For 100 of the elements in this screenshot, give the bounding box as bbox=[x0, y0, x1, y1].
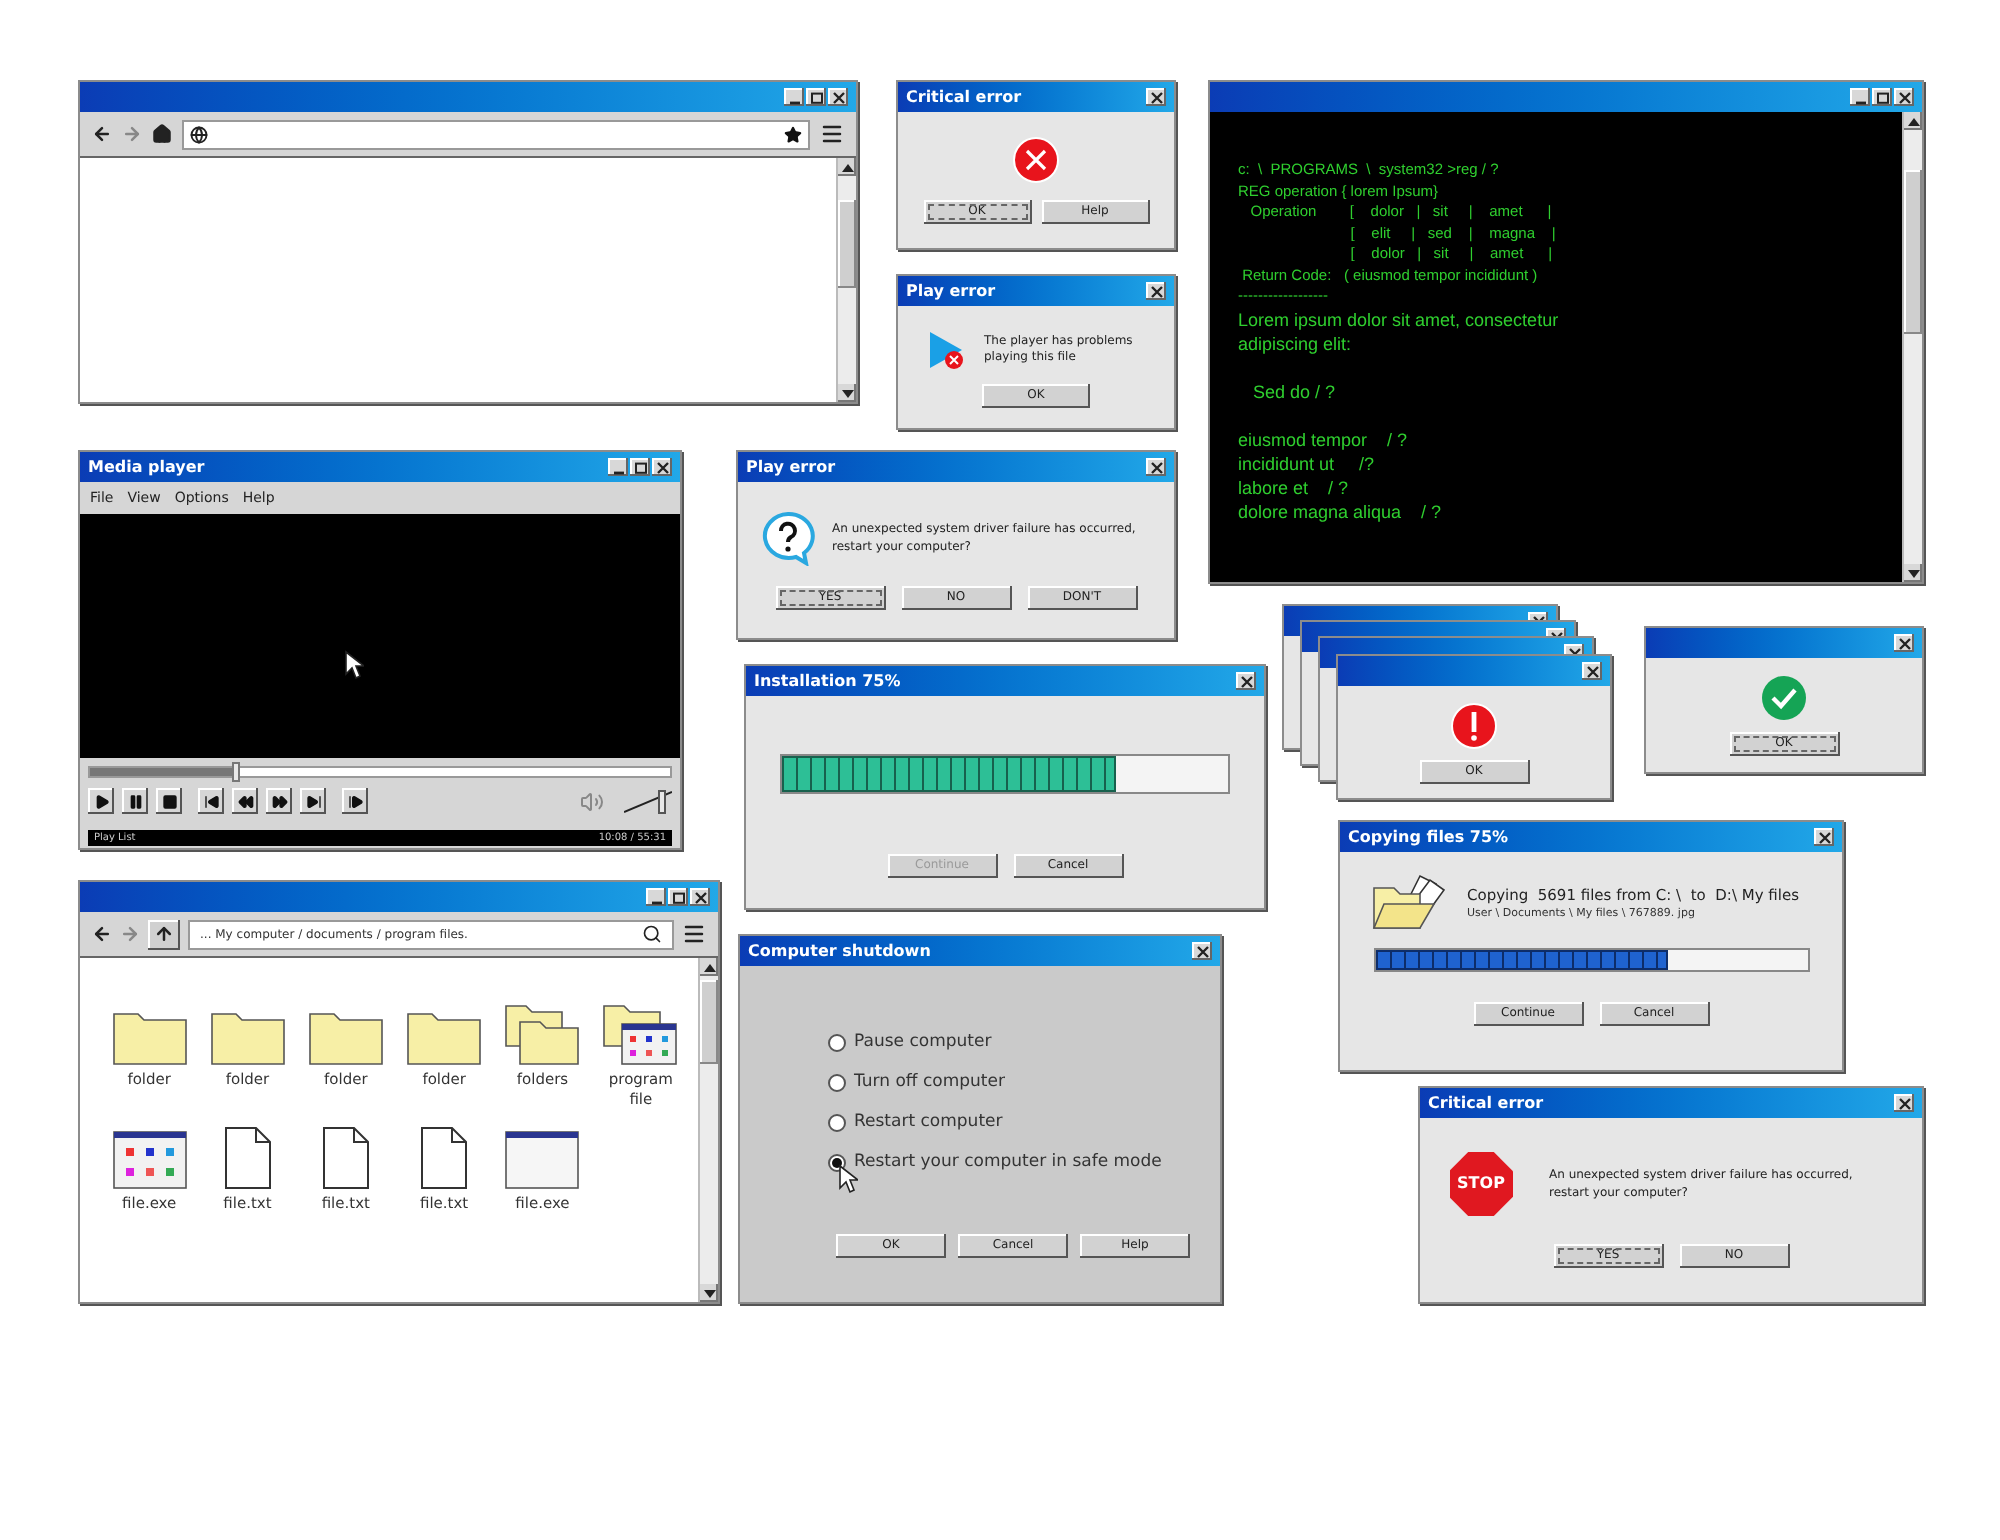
next-button[interactable] bbox=[300, 788, 326, 814]
forward-icon bbox=[271, 793, 287, 809]
close-button[interactable] bbox=[1894, 634, 1914, 652]
minimize-button[interactable] bbox=[646, 888, 666, 906]
scrollbar[interactable] bbox=[698, 958, 718, 1302]
back-icon[interactable] bbox=[92, 924, 112, 944]
step-icon bbox=[347, 793, 363, 809]
document-icon bbox=[321, 1126, 370, 1190]
close-icon bbox=[1147, 459, 1165, 475]
cursor-icon bbox=[344, 650, 364, 680]
play-icon bbox=[93, 793, 109, 809]
warning-icon bbox=[1450, 701, 1498, 749]
option-label[interactable]: Restart your computer in safe mode bbox=[854, 1149, 1162, 1175]
close-button[interactable] bbox=[1894, 88, 1914, 106]
maximize-icon bbox=[631, 459, 649, 475]
maximize-button[interactable] bbox=[630, 458, 650, 476]
close-button[interactable] bbox=[1146, 88, 1166, 106]
terminal-line: incididunt ut /? bbox=[1238, 451, 1377, 475]
up-button[interactable] bbox=[148, 919, 180, 949]
stop-button[interactable] bbox=[156, 788, 182, 814]
globe-icon bbox=[190, 125, 208, 143]
program-folder-icon bbox=[602, 1002, 679, 1066]
radio-button[interactable] bbox=[828, 1033, 846, 1051]
close-icon bbox=[691, 889, 709, 905]
maximize-button[interactable] bbox=[1872, 88, 1892, 106]
option-label[interactable]: Turn off computer bbox=[854, 1069, 1005, 1095]
maximize-icon bbox=[669, 889, 687, 905]
scroll-thumb[interactable] bbox=[838, 200, 856, 288]
minimize-button[interactable] bbox=[784, 88, 804, 106]
menu-icon[interactable] bbox=[820, 122, 844, 146]
previous-button[interactable] bbox=[198, 788, 224, 814]
menu-icon[interactable] bbox=[682, 922, 706, 946]
address-field[interactable] bbox=[182, 119, 810, 149]
close-button[interactable] bbox=[1146, 458, 1166, 476]
window-icon bbox=[504, 1130, 581, 1190]
volume-thumb[interactable] bbox=[658, 789, 667, 813]
folder-papers-icon bbox=[1371, 872, 1447, 932]
back-icon[interactable] bbox=[92, 124, 112, 144]
window-title: Media player bbox=[88, 459, 205, 475]
scroll-thumb[interactable] bbox=[700, 980, 718, 1064]
play-error-icon bbox=[924, 327, 968, 371]
close-icon bbox=[653, 459, 671, 475]
document-icon bbox=[420, 1126, 469, 1190]
window-title: Critical error bbox=[906, 89, 1022, 105]
close-button[interactable] bbox=[1146, 282, 1166, 300]
volume-slider[interactable] bbox=[624, 789, 672, 813]
maximize-button[interactable] bbox=[668, 888, 688, 906]
window-title: Installation 75% bbox=[754, 673, 901, 689]
close-icon bbox=[1895, 635, 1913, 651]
rewind-icon bbox=[237, 793, 253, 809]
option-label[interactable]: Restart computer bbox=[854, 1109, 1003, 1135]
close-button[interactable] bbox=[1192, 942, 1212, 960]
terminal-line: eiusmod tempor / ? bbox=[1238, 427, 1410, 451]
step-button[interactable] bbox=[342, 788, 368, 814]
scroll-down-button[interactable] bbox=[700, 1284, 718, 1302]
next-icon bbox=[305, 793, 321, 809]
maximize-button[interactable] bbox=[806, 88, 826, 106]
terminal-line: dolore magna aliqua / ? bbox=[1238, 499, 1444, 523]
radio-button[interactable] bbox=[828, 1073, 846, 1091]
seek-thumb[interactable] bbox=[231, 762, 239, 782]
forward-button[interactable] bbox=[266, 788, 292, 814]
radio-button[interactable] bbox=[828, 1113, 846, 1131]
close-button[interactable] bbox=[828, 88, 848, 106]
option-label[interactable]: Pause computer bbox=[854, 1029, 992, 1055]
seek-bar[interactable] bbox=[88, 766, 672, 778]
scrollbar[interactable] bbox=[836, 158, 856, 402]
terminal-line: Sed do / ? bbox=[1251, 379, 1338, 403]
radio-button[interactable] bbox=[828, 1153, 846, 1171]
close-icon bbox=[1147, 283, 1165, 299]
terminal-line: adipiscing elit: bbox=[1238, 331, 1354, 355]
minimize-button[interactable] bbox=[608, 458, 628, 476]
scroll-thumb[interactable] bbox=[1904, 170, 1922, 334]
close-icon bbox=[1237, 673, 1255, 689]
close-icon bbox=[829, 89, 847, 105]
window-title: Play error bbox=[906, 283, 996, 299]
search-icon[interactable] bbox=[642, 924, 662, 944]
scrollbar[interactable] bbox=[1902, 112, 1922, 582]
pause-button[interactable] bbox=[122, 788, 148, 814]
scroll-up-button[interactable] bbox=[838, 158, 856, 176]
scroll-up-button[interactable] bbox=[700, 958, 718, 976]
terminal-line: labore et / ? bbox=[1238, 475, 1351, 499]
scroll-down-button[interactable] bbox=[1904, 564, 1922, 582]
scroll-up-button[interactable] bbox=[1904, 112, 1922, 130]
close-button[interactable] bbox=[652, 458, 672, 476]
scroll-down-button[interactable] bbox=[838, 384, 856, 402]
close-button[interactable] bbox=[1814, 828, 1834, 846]
play-button[interactable] bbox=[88, 788, 114, 814]
close-button[interactable] bbox=[690, 888, 710, 906]
terminal-line: Lorem ipsum dolor sit amet, consectetur bbox=[1238, 307, 1561, 331]
close-button[interactable] bbox=[1894, 1094, 1914, 1112]
close-button[interactable] bbox=[1582, 662, 1602, 680]
star-icon[interactable] bbox=[784, 125, 802, 143]
error-icon bbox=[1012, 136, 1060, 184]
window-title: Play error bbox=[746, 459, 836, 475]
minimize-button[interactable] bbox=[1850, 88, 1870, 106]
rewind-button[interactable] bbox=[232, 788, 258, 814]
close-button[interactable] bbox=[1236, 672, 1256, 690]
home-icon[interactable] bbox=[152, 124, 172, 144]
stop-sign: STOP bbox=[1449, 1152, 1513, 1216]
question-icon bbox=[760, 510, 816, 566]
